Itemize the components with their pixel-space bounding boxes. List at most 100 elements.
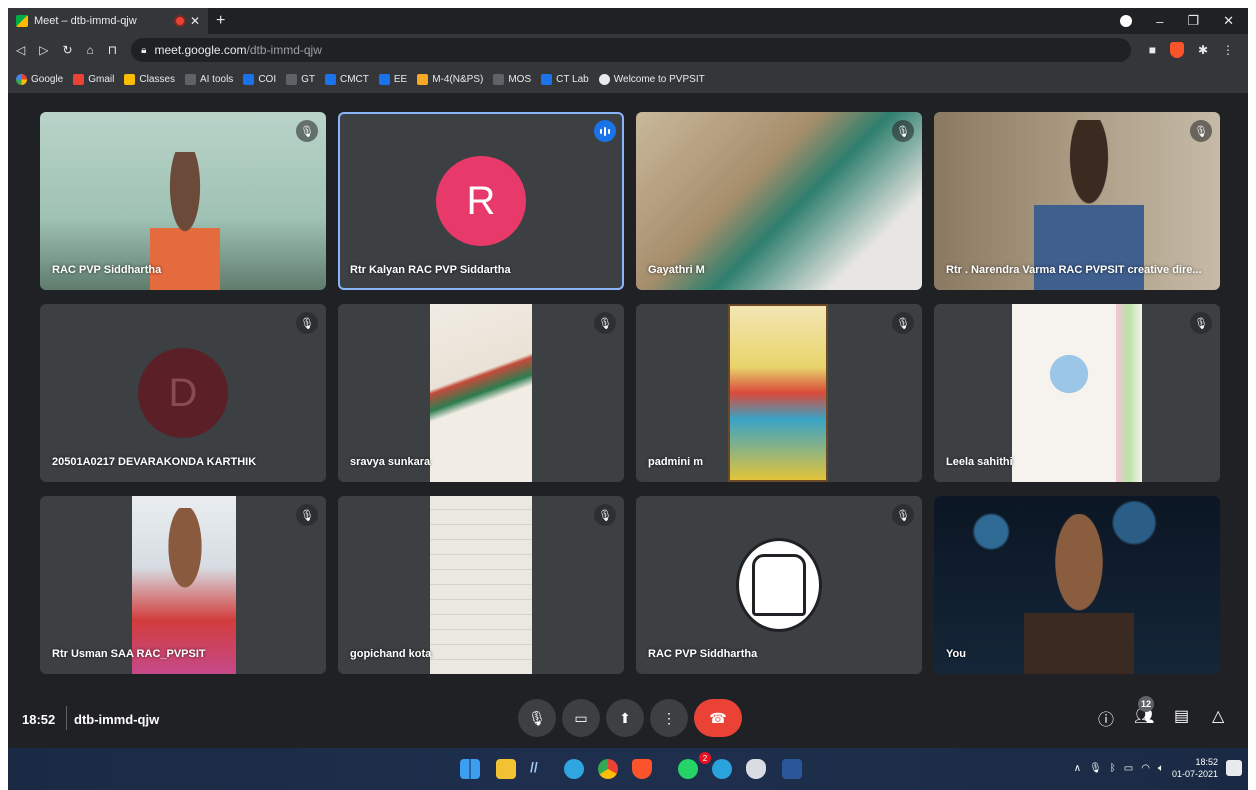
bookmark-icon[interactable]: ⊓ xyxy=(108,43,117,57)
clock-time: 18:52 xyxy=(1195,757,1218,767)
folder-icon xyxy=(184,74,196,85)
participant-tile[interactable]: 🎙︎ Gayathri M xyxy=(636,112,922,290)
people-button[interactable]: 12 👥︎ xyxy=(1134,696,1154,726)
folder-icon xyxy=(493,74,505,85)
participant-tile[interactable]: 🎙︎ Rtr . Narendra Varma RAC PVPSIT creat… xyxy=(934,112,1220,290)
meeting-details-icon[interactable]: ⓘ xyxy=(1098,706,1114,730)
bookmark-coi[interactable]: COI xyxy=(243,74,276,85)
classroom-icon xyxy=(417,74,429,85)
mic-off-icon: 🎙︎ xyxy=(594,312,616,334)
clock-date: 01-07-2021 xyxy=(1171,769,1218,779)
leave-call-button[interactable]: ☎︎ xyxy=(694,699,742,737)
participant-avatar: R xyxy=(436,156,526,246)
maximize-icon[interactable]: ❐ xyxy=(1187,13,1199,29)
participant-tile[interactable]: R Rtr Kalyan RAC PVP Siddartha xyxy=(338,112,624,290)
start-icon[interactable] xyxy=(460,759,480,779)
close-window-icon[interactable]: ✕ xyxy=(1223,13,1234,29)
bluetooth-icon[interactable]: ᛒ xyxy=(1110,763,1116,774)
camera-in-use-icon[interactable]: ■ xyxy=(1149,43,1156,57)
camera-button[interactable]: ▭ xyxy=(562,699,600,737)
chat-icon[interactable]: ▤ xyxy=(1174,706,1189,726)
browser-tab[interactable]: Meet – dtb-immd-qjw ✕ xyxy=(8,8,208,34)
url-bar[interactable]: 🔒︎ meet.google.com/dtb-immd-qjw xyxy=(131,38,1132,62)
address-toolbar: ◁ ▷ ↻ ⌂ ⊓ 🔒︎ meet.google.com/dtb-immd-qj… xyxy=(8,34,1248,66)
bookmark-label: GT xyxy=(301,74,315,85)
bookmark-ct-lab[interactable]: CT Lab xyxy=(541,74,589,85)
bookmark-gt[interactable]: GT xyxy=(286,74,315,85)
mic-off-icon: 🎙︎ xyxy=(1190,312,1212,334)
participant-tile[interactable]: D 🎙︎ 20501A0217 DEVARAKONDA KARTHIK xyxy=(40,304,326,482)
participant-name: RAC PVP Siddhartha xyxy=(648,648,758,660)
menu-icon[interactable]: ⋮ xyxy=(1222,43,1234,57)
mic-off-icon: 🎙︎ xyxy=(892,504,914,526)
bookmark-label: CT Lab xyxy=(556,74,589,85)
bookmark-cmct[interactable]: CMCT xyxy=(324,74,369,85)
battery-icon[interactable]: ▭ xyxy=(1124,763,1133,774)
app-icon[interactable]: // xyxy=(530,759,550,779)
chevron-up-icon[interactable]: ∧ xyxy=(1074,763,1081,774)
file-explorer-icon[interactable] xyxy=(496,759,516,779)
participant-tile[interactable]: You xyxy=(934,496,1220,674)
participant-tile[interactable]: 🎙︎ RAC PVP Siddhartha xyxy=(636,496,922,674)
microphone-button[interactable]: 🎙︎ xyxy=(518,699,556,737)
divider xyxy=(66,706,67,730)
participant-name: gopichand kota xyxy=(350,648,432,660)
classroom-icon xyxy=(378,74,390,85)
mic-off-icon: 🎙︎ xyxy=(1190,120,1212,142)
more-options-button[interactable]: ⋮ xyxy=(650,699,688,737)
profile-icon[interactable] xyxy=(1120,15,1133,27)
participant-tile[interactable]: 🎙︎ padmini m xyxy=(636,304,922,482)
new-tab-button[interactable]: + xyxy=(216,12,225,30)
volume-icon[interactable]: 🔈︎ xyxy=(1158,763,1164,774)
person-figure xyxy=(1024,514,1134,674)
minimize-icon[interactable]: – xyxy=(1156,14,1163,29)
brave-icon[interactable] xyxy=(632,759,652,779)
bookmark-ee[interactable]: EE xyxy=(378,74,407,85)
recording-dot-icon xyxy=(175,17,184,25)
participant-tile[interactable]: 🎙︎ sravya sunkara xyxy=(338,304,624,482)
extensions-icon[interactable]: ✱ xyxy=(1198,43,1208,57)
participant-name: Leela sahithi xyxy=(946,456,1013,468)
bookmark-mos[interactable]: MOS xyxy=(493,74,531,85)
bookmark-label: COI xyxy=(258,74,277,85)
person-figure xyxy=(156,508,214,618)
home-icon[interactable]: ⌂ xyxy=(87,43,94,57)
notification-icon[interactable] xyxy=(1226,760,1242,776)
bookmark-pvpsit[interactable]: Welcome to PVPSIT xyxy=(598,74,705,85)
forward-icon[interactable]: ▷ xyxy=(39,43,48,57)
meet-controls-bar: 18:52 dtb-immd-qjw 🎙︎ ▭ ⬆ ⋮ ☎︎ ⓘ 12 👥︎ ▤… xyxy=(8,690,1248,748)
bookmark-google[interactable]: Google xyxy=(16,74,63,85)
bookmark-gmail[interactable]: Gmail xyxy=(73,74,114,85)
bookmark-ai-tools[interactable]: AI tools xyxy=(184,74,233,85)
participant-tile[interactable]: 🎙︎ RAC PVP Siddhartha xyxy=(40,112,326,290)
whatsapp-icon[interactable] xyxy=(678,759,698,779)
wifi-icon[interactable]: ◠ xyxy=(1141,763,1150,774)
participant-tile[interactable]: 🎙︎ Rtr Usman SAA RAC_PVPSIT xyxy=(40,496,326,674)
back-icon[interactable]: ◁ xyxy=(16,43,25,57)
edge-icon[interactable] xyxy=(564,759,584,779)
participant-name: Gayathri M xyxy=(648,264,705,276)
participant-name: You xyxy=(946,648,966,660)
app-icon[interactable] xyxy=(746,759,766,779)
reload-icon[interactable]: ↻ xyxy=(62,43,72,57)
college-logo xyxy=(736,538,822,632)
participant-tile[interactable]: 🎙︎ gopichand kota xyxy=(338,496,624,674)
activities-icon[interactable]: △ xyxy=(1212,706,1224,726)
chrome-icon[interactable] xyxy=(598,759,618,779)
brave-shields-icon[interactable] xyxy=(1169,42,1184,58)
telegram-icon[interactable] xyxy=(712,759,732,779)
taskbar-clock[interactable]: 18:52 01-07-2021 xyxy=(1172,756,1218,780)
present-button[interactable]: ⬆ xyxy=(606,699,644,737)
bookmark-m4[interactable]: M-4(N&PS) xyxy=(417,74,483,85)
participant-video xyxy=(728,304,828,482)
close-tab-icon[interactable]: ✕ xyxy=(190,14,200,28)
participant-tile[interactable]: 🎙︎ Leela sahithi xyxy=(934,304,1220,482)
classroom-icon xyxy=(124,74,136,85)
word-icon[interactable] xyxy=(782,759,802,779)
bookmark-classes[interactable]: Classes xyxy=(124,74,175,85)
more-vert-icon: ⋮ xyxy=(662,709,676,726)
bookmark-label: Gmail xyxy=(88,74,115,85)
speaking-indicator-icon xyxy=(594,120,616,142)
mic-tray-icon[interactable]: 🎙︎ xyxy=(1089,763,1102,774)
browser-tabstrip: Meet – dtb-immd-qjw ✕ + – ❐ ✕ xyxy=(8,8,1248,34)
